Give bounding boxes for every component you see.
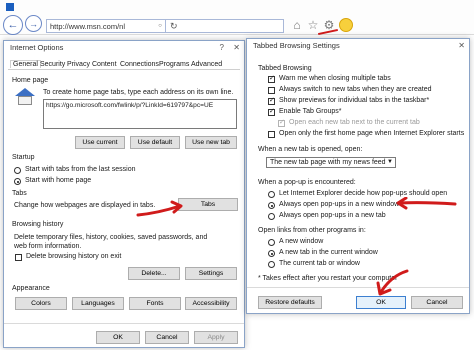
favorites-star-icon[interactable]: ☆ [305, 17, 321, 33]
use-current-button[interactable]: Use current [75, 136, 125, 149]
tab-privacy[interactable]: Privacy [67, 61, 90, 68]
tabs-description: Change how webpages are displayed in tab… [14, 202, 156, 209]
home-page-url-field[interactable]: https://go.microsoft.com/fwlink/p/?LinkI… [43, 99, 237, 129]
home-page-heading: Home page [12, 77, 49, 84]
open-next-to-current-label: Open each new tab next to the current ta… [289, 119, 420, 126]
home-page-description: To create home page tabs, type each addr… [43, 89, 234, 96]
new-tab-heading: When a new tab is opened, open: [258, 146, 363, 153]
links-new-tab-label: A new tab in the current window [279, 249, 378, 256]
links-new-tab-radio[interactable] [268, 250, 275, 257]
switch-new-tabs-label: Always switch to new tabs when they are … [279, 86, 432, 93]
first-home-page-only-checkbox[interactable] [268, 131, 275, 138]
tab-area: ↻ [166, 19, 284, 33]
warn-closing-tabs-checkbox[interactable] [268, 76, 275, 83]
tabbed-cancel-button[interactable]: Cancel [411, 296, 463, 309]
forward-icon[interactable]: → [25, 15, 42, 32]
new-tab-select[interactable]: The new tab page with my news feed ▼ [266, 157, 396, 168]
annotation-arrow-ok [376, 269, 409, 296]
chevron-down-icon: ▼ [387, 159, 393, 165]
languages-button[interactable]: Languages [72, 297, 124, 310]
history-settings-button[interactable]: Settings [185, 267, 237, 280]
annotation-arrow-tabs [136, 200, 183, 217]
switch-new-tabs-checkbox[interactable] [268, 87, 275, 94]
annotation-arrow-popup [396, 197, 457, 210]
tab-advanced[interactable]: Advanced [191, 61, 222, 68]
tab-groups-checkbox[interactable] [268, 109, 275, 116]
address-bar[interactable]: http://www.msn.com/nl ○ [46, 19, 166, 33]
fonts-button[interactable]: Fonts [129, 297, 181, 310]
use-default-button[interactable]: Use default [130, 136, 180, 149]
links-current-tab-label: The current tab or window [279, 260, 360, 267]
popup-new-window-label: Always open pop-ups in a new window [279, 201, 400, 208]
address-bar-url: http://www.msn.com/nl [50, 21, 126, 31]
tab-security[interactable]: Security [40, 61, 65, 68]
startup-home-page-radio[interactable] [14, 178, 21, 185]
restore-defaults-button[interactable]: Restore defaults [258, 296, 322, 309]
home-icon[interactable]: ⌂ [289, 17, 305, 33]
tab-groups-label: Enable Tab Groups* [279, 108, 342, 115]
startup-last-session-label: Start with tabs from the last session [25, 166, 136, 173]
links-new-window-label: A new window [279, 238, 324, 245]
browsing-history-description: Delete temporary files, history, cookies… [14, 234, 208, 250]
delete-history-on-exit-label: Delete browsing history on exit [26, 253, 122, 260]
help-icon[interactable]: ? [220, 41, 224, 55]
ok-button[interactable]: OK [96, 331, 140, 344]
ie-logo-icon [6, 3, 14, 11]
refresh-icon[interactable]: ↻ [170, 21, 178, 32]
close-icon[interactable]: ✕ [233, 41, 240, 55]
startup-last-session-radio[interactable] [14, 167, 21, 174]
colors-button[interactable]: Colors [15, 297, 67, 310]
tabbed-dialog-title-bar: Tabbed Browsing Settings ✕ [247, 39, 469, 53]
back-icon[interactable]: ← [3, 15, 23, 35]
appearance-heading: Appearance [12, 285, 50, 292]
popup-new-tab-radio[interactable] [268, 213, 275, 220]
tab-programs[interactable]: Programs [159, 61, 189, 68]
startup-heading: Startup [12, 154, 35, 161]
delete-history-on-exit-checkbox[interactable] [15, 254, 22, 261]
open-next-to-current-checkbox[interactable] [278, 120, 285, 127]
accessibility-button[interactable]: Accessibility [185, 297, 237, 310]
tab-general[interactable]: General [10, 60, 41, 68]
new-tab-select-value: The new tab page with my news feed [270, 159, 386, 166]
dialog-title-bar: Internet Options ? ✕ [4, 41, 244, 55]
popup-heading: When a pop-up is encountered: [258, 179, 356, 186]
links-new-window-radio[interactable] [268, 239, 275, 246]
popup-ie-decide-radio[interactable] [268, 191, 275, 198]
tabbed-footer-divider [247, 287, 469, 288]
taskbar-previews-checkbox[interactable] [268, 98, 275, 105]
tabbed-browsing-dialog: Tabbed Browsing Settings ✕ Tabbed Browsi… [246, 38, 470, 314]
warn-closing-tabs-label: Warn me when closing multiple tabs [279, 75, 391, 82]
popup-new-window-radio[interactable] [268, 202, 275, 209]
home-page-url-value: https://go.microsoft.com/fwlink/p/?LinkI… [46, 102, 214, 109]
taskbar-previews-label: Show previews for individual tabs in the… [279, 97, 430, 104]
use-new-tab-button[interactable]: Use new tab [185, 136, 237, 149]
apply-button[interactable]: Apply [194, 331, 238, 344]
dialog-title: Internet Options [10, 43, 64, 52]
popup-new-tab-label: Always open pop-ups in a new tab [279, 212, 386, 219]
tabbed-close-icon[interactable]: ✕ [458, 39, 465, 53]
startup-home-page-label: Start with home page [25, 177, 92, 184]
internet-options-dialog: Internet Options ? ✕ General Security Pr… [3, 40, 245, 348]
links-heading: Open links from other programs in: [258, 227, 366, 234]
tab-strip: General Security Privacy Content Connect… [8, 58, 240, 70]
tabbed-dialog-title: Tabbed Browsing Settings [253, 41, 340, 50]
cancel-button[interactable]: Cancel [145, 331, 189, 344]
tab-content[interactable]: Content [92, 61, 117, 68]
browsing-history-heading: Browsing history [12, 221, 64, 228]
first-home-page-only-label: Open only the first home page when Inter… [279, 130, 465, 137]
tab-connections[interactable]: Connections [120, 61, 159, 68]
links-current-tab-radio[interactable] [268, 261, 275, 268]
tabs-heading: Tabs [12, 190, 27, 197]
tabbed-browsing-heading: Tabbed Browsing [258, 65, 312, 72]
search-icon[interactable]: ○ [155, 23, 165, 29]
tabs-button[interactable]: Tabs [178, 198, 238, 211]
delete-button[interactable]: Delete... [128, 267, 180, 280]
popup-ie-decide-label: Let Internet Explorer decide how pop-ups… [279, 190, 448, 197]
footer-divider [4, 323, 244, 324]
smiley-icon[interactable] [339, 18, 353, 32]
house-icon [14, 88, 36, 106]
